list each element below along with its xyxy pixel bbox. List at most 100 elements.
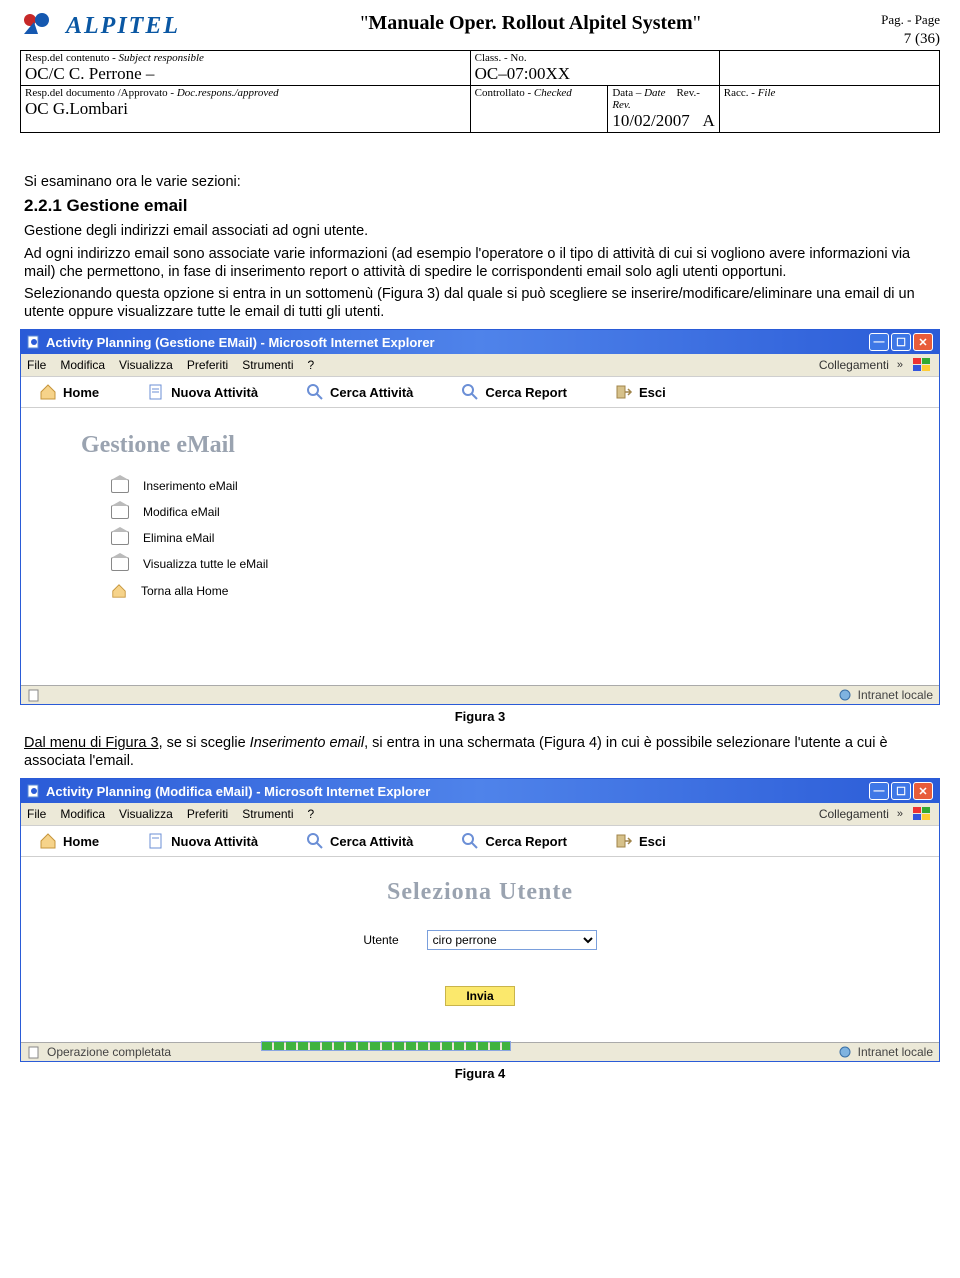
tb-nuova-attivita[interactable]: Nuova Attività [147, 832, 258, 850]
close-button[interactable]: ✕ [913, 333, 933, 351]
doc-title: "Manuale Oper. Rollout Alpitel System" [360, 12, 701, 35]
status-right: Intranet locale [858, 688, 933, 702]
logo-text: ALPITEL [66, 13, 180, 40]
search-report-icon [461, 383, 479, 401]
doc-header: ALPITEL "Manuale Oper. Rollout Alpitel S… [20, 12, 940, 48]
search-activity-icon [306, 832, 324, 850]
ie-page-icon [27, 784, 41, 798]
content-area: Gestione eMail Inserimento eMail Modific… [21, 408, 939, 685]
windows-flag-icon [911, 356, 933, 374]
section-title: Gestione eMail [21, 408, 939, 473]
menu-visualizza[interactable]: Visualizza [119, 358, 173, 372]
menu-help[interactable]: ? [308, 807, 315, 821]
content-area: Seleziona Utente Utente ciro perrone Inv… [21, 857, 939, 1042]
exit-icon [615, 383, 633, 401]
alpitel-logo-icon [20, 12, 60, 40]
menu-inserimento-email[interactable]: Inserimento eMail [111, 473, 939, 499]
status-right: Intranet locale [858, 1045, 933, 1059]
close-button[interactable]: ✕ [913, 782, 933, 800]
collegamenti-label[interactable]: Collegamenti [819, 358, 889, 372]
page-icon [27, 688, 41, 702]
page-icon [27, 1045, 41, 1059]
section-title: Seleziona Utente [21, 857, 939, 924]
chevron-icon[interactable]: » [897, 808, 903, 820]
mail-icon [111, 557, 129, 571]
intranet-icon [838, 688, 852, 702]
collegamenti-label[interactable]: Collegamenti [819, 807, 889, 821]
chevron-icon[interactable]: » [897, 359, 903, 371]
new-activity-icon [147, 832, 165, 850]
tb-cerca-report[interactable]: Cerca Report [461, 832, 567, 850]
figure-3-caption: Figura 3 [20, 709, 940, 724]
minimize-button[interactable]: — [869, 782, 889, 800]
maximize-button[interactable]: ☐ [891, 333, 911, 351]
intranet-icon [838, 1045, 852, 1059]
exit-icon [615, 832, 633, 850]
page-number: Pag. - Page 7 (36) [881, 12, 940, 48]
titlebar[interactable]: Activity Planning (Modifica eMail) - Mic… [21, 779, 939, 803]
menu-visualizza-tutte[interactable]: Visualizza tutte le eMail [111, 551, 939, 577]
menu-modifica[interactable]: Modifica [60, 807, 105, 821]
new-activity-icon [147, 383, 165, 401]
mail-icon [111, 531, 129, 545]
body: Si esaminano ora le varie sezioni: 2.2.1… [20, 173, 940, 321]
doc-control-table: Resp.del contenuto - Subject responsible… [20, 50, 940, 133]
section-heading: 2.2.1 Gestione email [24, 195, 940, 216]
tb-home[interactable]: Home [39, 383, 99, 401]
intro-line: Si esaminano ora le varie sezioni: [24, 173, 940, 191]
search-activity-icon [306, 383, 324, 401]
app-toolbar: Home Nuova Attività Cerca Attività Cerca… [21, 376, 939, 408]
logo: ALPITEL [20, 12, 180, 40]
menu-help[interactable]: ? [308, 358, 315, 372]
progress-bar [261, 1041, 511, 1051]
mail-icon [111, 479, 129, 493]
home-icon [39, 832, 57, 850]
tb-esci[interactable]: Esci [615, 832, 666, 850]
utente-select[interactable]: ciro perrone [427, 930, 597, 950]
menu-visualizza[interactable]: Visualizza [119, 807, 173, 821]
status-left: Operazione completata [47, 1045, 171, 1059]
menu-file[interactable]: File [27, 358, 46, 372]
menu-modifica[interactable]: Modifica [60, 358, 105, 372]
utente-label: Utente [363, 933, 398, 947]
search-report-icon [461, 832, 479, 850]
para-4: Dal menu di Figura 3, se si sceglie Inse… [20, 734, 940, 770]
invia-button[interactable]: Invia [445, 986, 514, 1006]
menu-torna-home[interactable]: Torna alla Home [111, 577, 939, 605]
ie-window-gestione: Activity Planning (Gestione EMail) - Mic… [20, 329, 940, 705]
tb-home[interactable]: Home [39, 832, 99, 850]
menu-file[interactable]: File [27, 807, 46, 821]
tb-cerca-attivita[interactable]: Cerca Attività [306, 832, 413, 850]
tb-esci[interactable]: Esci [615, 383, 666, 401]
menu-preferiti[interactable]: Preferiti [187, 807, 228, 821]
para-2: Ad ogni indirizzo email sono associate v… [24, 245, 940, 281]
menubar: File Modifica Visualizza Preferiti Strum… [21, 803, 939, 825]
ie-page-icon [27, 335, 41, 349]
window-title: Activity Planning (Gestione EMail) - Mic… [46, 335, 435, 350]
minimize-button[interactable]: — [869, 333, 889, 351]
menubar: File Modifica Visualizza Preferiti Strum… [21, 354, 939, 376]
para-1: Gestione degli indirizzi email associati… [24, 222, 940, 240]
statusbar: Intranet locale [21, 685, 939, 704]
window-title: Activity Planning (Modifica eMail) - Mic… [46, 784, 430, 799]
ie-window-seleziona-utente: Activity Planning (Modifica eMail) - Mic… [20, 778, 940, 1062]
tb-cerca-report[interactable]: Cerca Report [461, 383, 567, 401]
menu-strumenti[interactable]: Strumenti [242, 807, 293, 821]
menu-strumenti[interactable]: Strumenti [242, 358, 293, 372]
app-toolbar: Home Nuova Attività Cerca Attività Cerca… [21, 825, 939, 857]
mail-icon [111, 505, 129, 519]
figure-4-caption: Figura 4 [20, 1066, 940, 1081]
tb-cerca-attivita[interactable]: Cerca Attività [306, 383, 413, 401]
utente-row: Utente ciro perrone [21, 924, 939, 978]
tb-nuova-attivita[interactable]: Nuova Attività [147, 383, 258, 401]
menu-modifica-email[interactable]: Modifica eMail [111, 499, 939, 525]
menu-preferiti[interactable]: Preferiti [187, 358, 228, 372]
home-icon [39, 383, 57, 401]
menu-elimina-email[interactable]: Elimina eMail [111, 525, 939, 551]
windows-flag-icon [911, 805, 933, 823]
para-3: Selezionando questa opzione si entra in … [24, 285, 940, 321]
home-icon [111, 583, 127, 599]
titlebar[interactable]: Activity Planning (Gestione EMail) - Mic… [21, 330, 939, 354]
maximize-button[interactable]: ☐ [891, 782, 911, 800]
gestione-menu: Inserimento eMail Modifica eMail Elimina… [21, 473, 939, 645]
